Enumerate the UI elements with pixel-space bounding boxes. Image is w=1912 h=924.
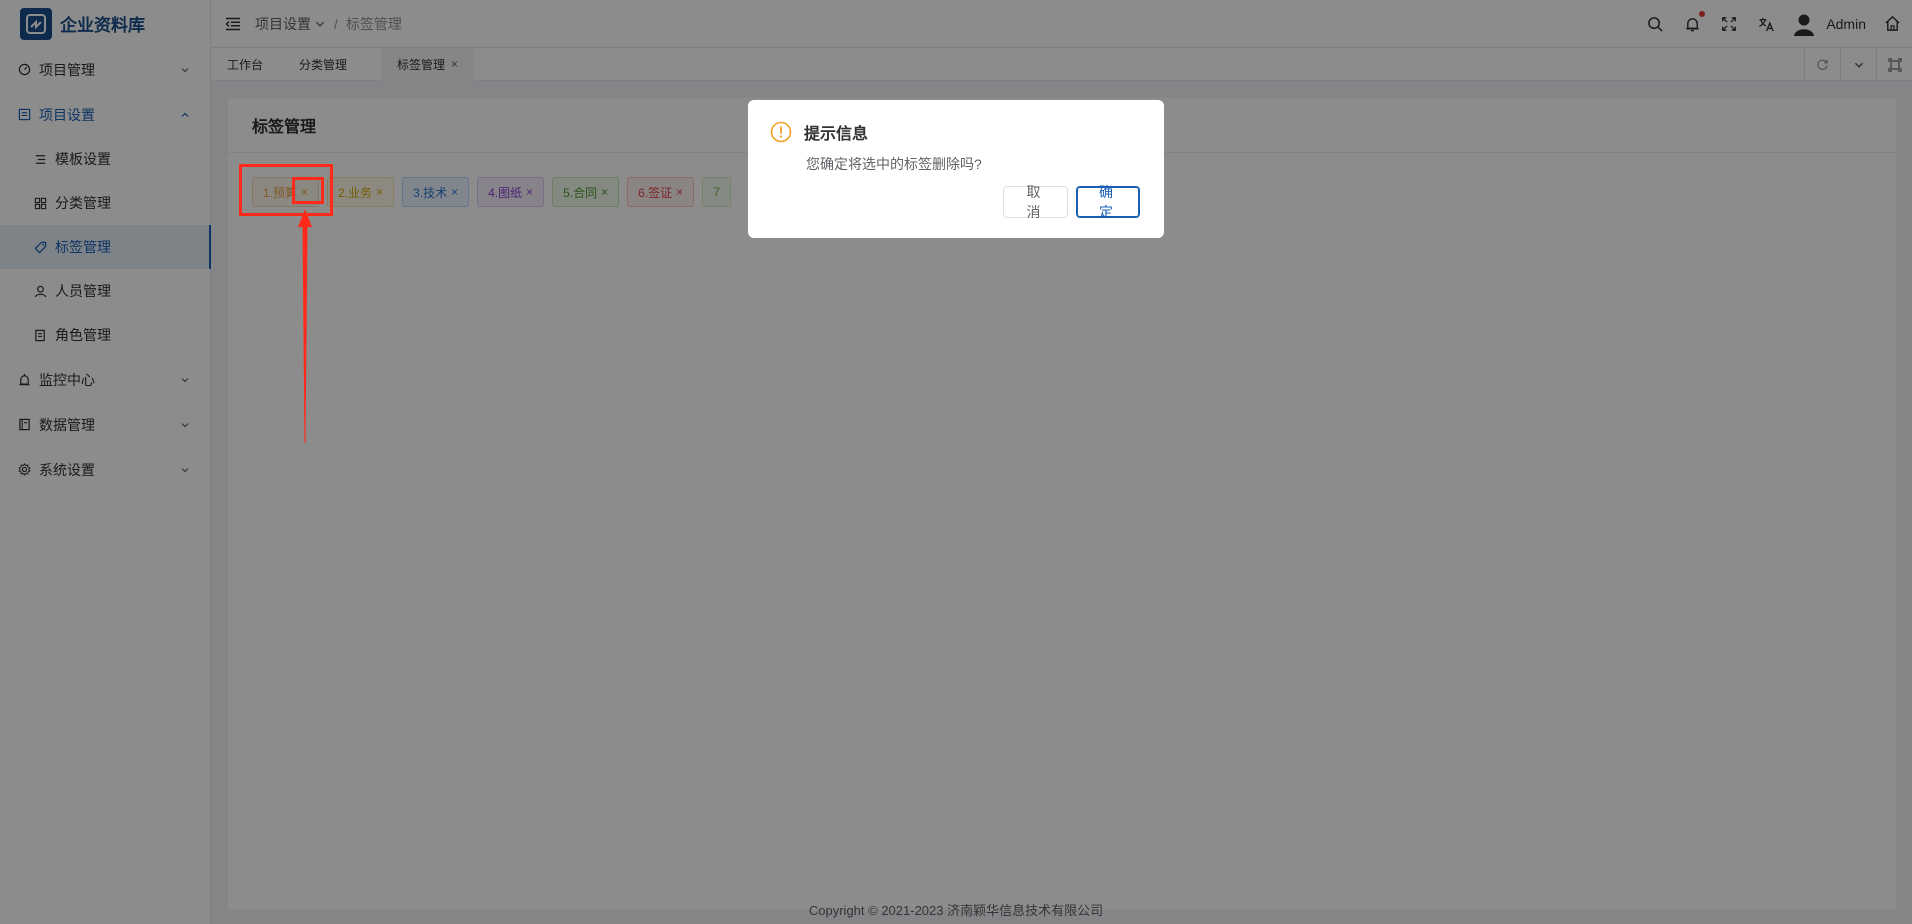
annotation-box-close: [292, 177, 324, 204]
warning-icon: [770, 121, 792, 143]
confirm-dialog: 提示信息 您确定将选中的标签删除吗? 取消 确定: [748, 100, 1164, 238]
dialog-buttons: 取消 确定: [1003, 184, 1140, 220]
confirm-button[interactable]: 确定: [1076, 184, 1140, 220]
dialog-title: 提示信息: [804, 126, 869, 143]
dialog-message: 您确定将选中的标签删除吗?: [806, 156, 982, 172]
cancel-button[interactable]: 取消: [1003, 184, 1068, 220]
dialog-header: 提示信息: [770, 120, 868, 144]
annotation-arrow: [298, 209, 312, 443]
